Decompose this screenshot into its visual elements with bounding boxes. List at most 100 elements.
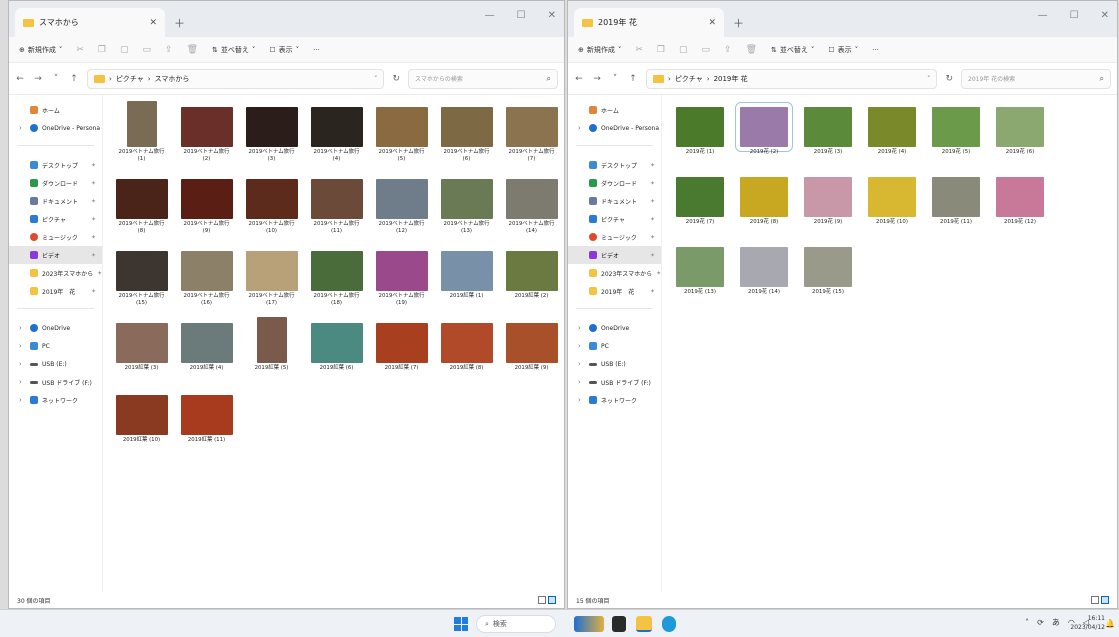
file-thumbnail[interactable]: 2019紅葉 (11) bbox=[174, 389, 239, 461]
file-thumbnail[interactable]: 2019紅葉 (2) bbox=[499, 245, 564, 317]
file-thumbnail[interactable]: 2019花 (1) bbox=[668, 101, 732, 171]
file-thumbnail[interactable]: 2019紅葉 (9) bbox=[499, 317, 564, 389]
view-button[interactable]: ☐ 表示 ˅ bbox=[269, 45, 299, 55]
recent-chevron-icon[interactable]: ˅ bbox=[610, 74, 620, 84]
file-thumbnail[interactable]: 2019花 (7) bbox=[668, 171, 732, 241]
file-thumbnail[interactable]: 2019花 (15) bbox=[796, 241, 860, 311]
sidebar-item-desktop[interactable]: デスクトップ ✦ bbox=[568, 156, 661, 174]
sidebar-item-downloads[interactable]: ダウンロード ✦ bbox=[9, 174, 102, 192]
new-button[interactable]: ⊕ 新規作成 ˅ bbox=[19, 45, 62, 55]
sidebar-item-pc[interactable]: › PC bbox=[9, 337, 102, 355]
chevron-right-icon[interactable]: › bbox=[578, 396, 585, 404]
chevron-down-icon[interactable]: ˅ bbox=[374, 75, 378, 83]
file-thumbnail[interactable]: 2019ベトナム旅行 (11) bbox=[304, 173, 369, 245]
file-thumbnail[interactable]: 2019紅葉 (1) bbox=[434, 245, 499, 317]
close-window-button[interactable]: ✕ bbox=[548, 10, 556, 21]
file-thumbnail[interactable]: 2019花 (13) bbox=[668, 241, 732, 311]
file-thumbnail[interactable]: 2019花 (4) bbox=[860, 101, 924, 171]
file-thumbnail[interactable]: 2019花 (9) bbox=[796, 171, 860, 241]
thumbnail-view-icon[interactable] bbox=[548, 596, 556, 604]
file-thumbnail[interactable]: 2019花 (6) bbox=[988, 101, 1052, 171]
file-thumbnail[interactable]: 2019花 (14) bbox=[732, 241, 796, 311]
chevron-right-icon[interactable]: › bbox=[578, 124, 585, 132]
search-input[interactable]: スマホからの検索 ⌕ bbox=[408, 68, 558, 89]
share-icon[interactable]: ⇪ bbox=[165, 45, 173, 55]
edge-browser-icon[interactable] bbox=[662, 616, 676, 632]
sidebar-item-onedrive-personal[interactable]: › OneDrive - Persona bbox=[9, 119, 102, 137]
file-thumbnail[interactable]: 2019花 (3) bbox=[796, 101, 860, 171]
delete-icon[interactable]: 🗑 bbox=[187, 45, 198, 55]
chevron-right-icon[interactable]: › bbox=[19, 124, 26, 132]
file-thumbnail[interactable]: 2019紅葉 (10) bbox=[109, 389, 174, 461]
sidebar-item-home[interactable]: ホーム bbox=[568, 101, 661, 119]
new-tab-button[interactable]: ＋ bbox=[174, 15, 185, 31]
sidebar-item-2019-flowers[interactable]: 2019年 花 ✦ bbox=[9, 282, 102, 300]
sidebar-item-2023-phone[interactable]: 2023年スマホから ✦ bbox=[9, 264, 102, 282]
taskbar-search[interactable]: ⌕ 検索 bbox=[476, 615, 556, 633]
copy-icon[interactable]: ❐ bbox=[98, 45, 106, 55]
sidebar-item-music[interactable]: ミュージック ✦ bbox=[9, 228, 102, 246]
copy-icon[interactable]: ❐ bbox=[657, 45, 665, 55]
file-thumbnail[interactable]: 2019花 (12) bbox=[988, 171, 1052, 241]
chevron-right-icon[interactable]: › bbox=[19, 324, 26, 332]
file-thumbnail[interactable]: 2019ベトナム旅行 (7) bbox=[499, 101, 564, 173]
file-thumbnail[interactable]: 2019ベトナム旅行 (13) bbox=[434, 173, 499, 245]
sidebar-item-network[interactable]: › ネットワーク bbox=[568, 391, 661, 409]
chevron-right-icon[interactable]: › bbox=[578, 378, 585, 386]
chevron-right-icon[interactable]: › bbox=[19, 360, 26, 368]
ime-indicator[interactable]: あ bbox=[1052, 617, 1060, 628]
sidebar-item-pc[interactable]: › PC bbox=[568, 337, 661, 355]
cut-icon[interactable]: ✂ bbox=[635, 45, 643, 55]
file-thumbnail[interactable]: 2019紅葉 (7) bbox=[369, 317, 434, 389]
new-button[interactable]: ⊕ 新規作成 ˅ bbox=[578, 45, 621, 55]
file-thumbnail[interactable]: 2019花 (10) bbox=[860, 171, 924, 241]
file-thumbnail[interactable]: 2019紅葉 (4) bbox=[174, 317, 239, 389]
file-thumbnail[interactable]: 2019紅葉 (6) bbox=[304, 317, 369, 389]
back-arrow-icon[interactable]: ← bbox=[15, 74, 25, 84]
chevron-right-icon[interactable]: › bbox=[578, 360, 585, 368]
rename-icon[interactable]: ▭ bbox=[143, 45, 152, 55]
file-thumbnail[interactable]: 2019ベトナム旅行 (3) bbox=[239, 101, 304, 173]
sidebar-item-documents[interactable]: ドキュメント ✦ bbox=[9, 192, 102, 210]
chevron-right-icon[interactable]: › bbox=[578, 324, 585, 332]
file-thumbnail[interactable]: 2019ベトナム旅行 (17) bbox=[239, 245, 304, 317]
taskbar-app-icon[interactable] bbox=[612, 616, 626, 632]
recent-chevron-icon[interactable]: ˅ bbox=[51, 74, 61, 84]
file-thumbnail[interactable]: 2019紅葉 (5) bbox=[239, 317, 304, 389]
paste-icon[interactable]: ▢ bbox=[679, 45, 688, 55]
file-thumbnail[interactable]: 2019花 (8) bbox=[732, 171, 796, 241]
sidebar-item-pictures[interactable]: ピクチャ ✦ bbox=[568, 210, 661, 228]
sort-button[interactable]: ⇅ 並べ替え ˅ bbox=[212, 45, 255, 55]
tab-active[interactable]: スマホから ✕ bbox=[15, 8, 165, 37]
file-thumbnail[interactable]: 2019ベトナム旅行 (2) bbox=[174, 101, 239, 173]
sidebar-item-documents[interactable]: ドキュメント ✦ bbox=[568, 192, 661, 210]
sidebar-item-usb-e[interactable]: › USB (E:) bbox=[568, 355, 661, 373]
delete-icon[interactable]: 🗑 bbox=[746, 45, 757, 55]
sync-icon[interactable]: ⟳ bbox=[1037, 618, 1044, 627]
file-explorer-icon[interactable] bbox=[636, 616, 652, 632]
new-tab-button[interactable]: ＋ bbox=[733, 15, 744, 31]
back-arrow-icon[interactable]: ← bbox=[574, 74, 584, 84]
sidebar-item-pictures[interactable]: ピクチャ ✦ bbox=[9, 210, 102, 228]
chevron-down-icon[interactable]: ˅ bbox=[927, 75, 931, 83]
sidebar-item-music[interactable]: ミュージック ✦ bbox=[568, 228, 661, 246]
sidebar-item-videos[interactable]: ビデオ ✦ bbox=[9, 246, 102, 264]
more-button[interactable]: ··· bbox=[313, 46, 320, 54]
windows-start-icon[interactable] bbox=[454, 617, 468, 631]
breadcrumb-item[interactable]: ピクチャ bbox=[116, 74, 144, 84]
refresh-icon[interactable]: ↻ bbox=[392, 74, 400, 84]
chevron-right-icon[interactable]: › bbox=[19, 378, 26, 386]
minimize-button[interactable]: — bbox=[485, 10, 495, 21]
details-view-icon[interactable] bbox=[1091, 596, 1099, 604]
sidebar-item-usb-f[interactable]: › USB ドライブ (F:) bbox=[568, 373, 661, 391]
maximize-button[interactable]: ☐ bbox=[517, 10, 526, 21]
more-button[interactable]: ··· bbox=[872, 46, 879, 54]
sidebar-item-network[interactable]: › ネットワーク bbox=[9, 391, 102, 409]
breadcrumb-item[interactable]: ピクチャ bbox=[675, 74, 703, 84]
address-bar[interactable]: › ピクチャ › 2019年 花 ˅ bbox=[646, 68, 938, 89]
sidebar-item-onedrive-personal[interactable]: › OneDrive - Persona bbox=[568, 119, 661, 137]
forward-arrow-icon[interactable]: → bbox=[592, 74, 602, 84]
breadcrumb-item[interactable]: 2019年 花 bbox=[714, 74, 748, 84]
file-thumbnail[interactable]: 2019ベトナム旅行 (16) bbox=[174, 245, 239, 317]
sidebar-item-home[interactable]: ホーム bbox=[9, 101, 102, 119]
